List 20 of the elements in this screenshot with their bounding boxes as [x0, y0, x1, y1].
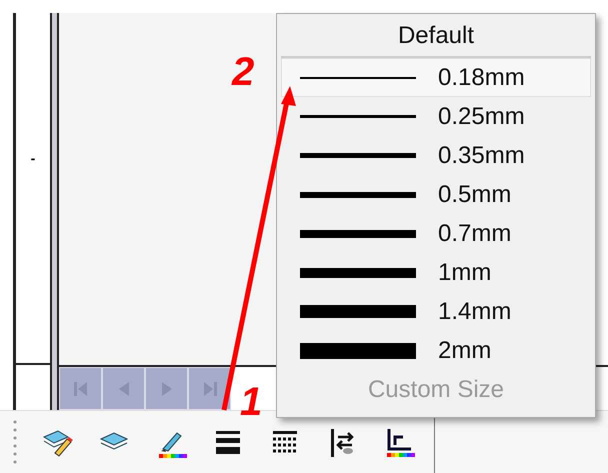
- line-weight-option[interactable]: 0.25mm: [281, 97, 591, 136]
- line-sample-icon: [300, 230, 416, 238]
- annotation-number: 1: [240, 382, 262, 422]
- line-weight-option[interactable]: 0.7mm: [281, 214, 591, 253]
- line-sample-icon: [300, 305, 416, 318]
- row-marker: -: [30, 148, 36, 168]
- line-sample-icon: [300, 192, 416, 198]
- line-sample-icon: [300, 76, 416, 78]
- line-weight-option[interactable]: 1mm: [281, 253, 591, 292]
- line-weight-option[interactable]: 0.5mm: [281, 175, 591, 214]
- line-weight-option[interactable]: 0.35mm: [281, 136, 591, 175]
- line-sample-icon: [300, 342, 416, 358]
- line-sample-icon: [300, 153, 416, 158]
- line-sample-icon: [300, 115, 416, 118]
- line-weight-option[interactable]: 0.18mm: [281, 58, 591, 97]
- pane-splitter[interactable]: [50, 13, 59, 410]
- line-sample-icon: [300, 268, 416, 278]
- line-weight-option[interactable]: 2mm: [281, 331, 591, 370]
- annotation-number: 2: [232, 52, 254, 92]
- line-weight-option[interactable]: 1.4mm: [281, 292, 591, 331]
